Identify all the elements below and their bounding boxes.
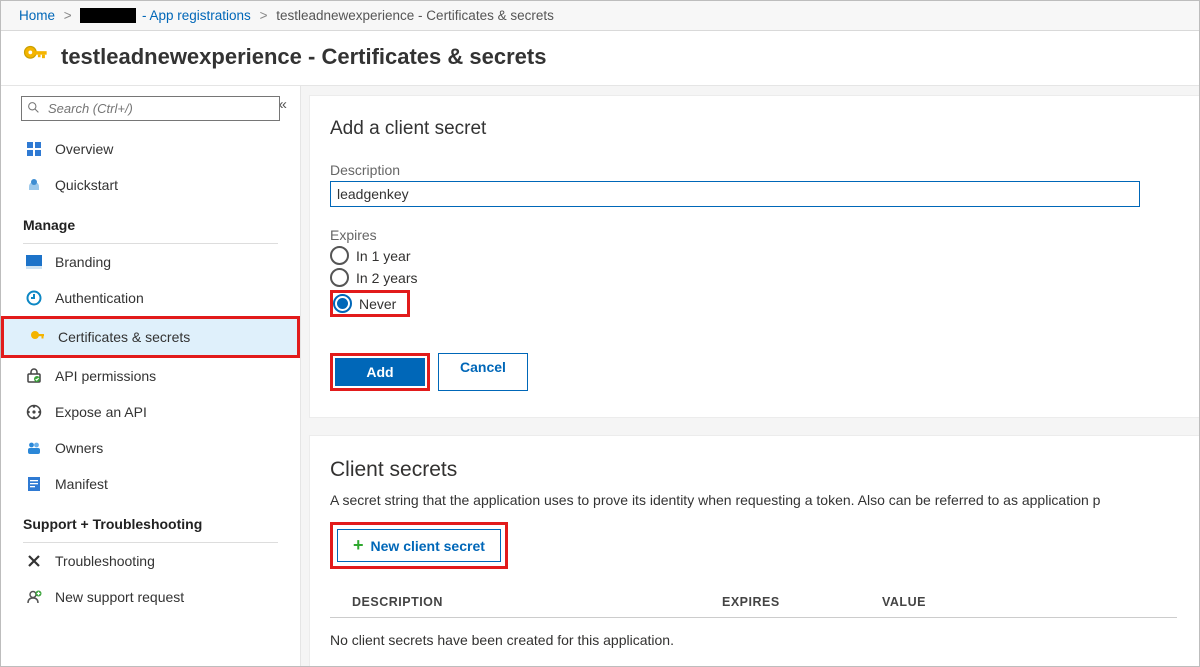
sidebar-item-authentication[interactable]: Authentication: [1, 280, 300, 316]
expires-option-never[interactable]: Never: [333, 294, 404, 313]
sidebar-item-label: Overview: [55, 141, 113, 157]
sidebar-item-owners[interactable]: Owners: [1, 430, 300, 466]
client-secrets-panel: Client secrets A secret string that the …: [309, 435, 1199, 666]
description-label: Description: [330, 162, 1199, 178]
sidebar-item-label: Branding: [55, 254, 111, 270]
sidebar-item-manifest[interactable]: Manifest: [1, 466, 300, 502]
add-client-secret-panel: Add a client secret Description Expires …: [309, 95, 1199, 418]
sidebar-item-label: Owners: [55, 440, 103, 456]
chevron-right-icon: >: [255, 8, 273, 23]
sidebar-item-expose-api[interactable]: Expose an API: [1, 394, 300, 430]
sidebar-item-api-permissions[interactable]: API permissions: [1, 358, 300, 394]
breadcrumb-apps-label: App registrations: [149, 8, 250, 23]
sidebar-item-overview[interactable]: Overview: [1, 131, 300, 167]
manifest-icon: [23, 475, 45, 493]
secrets-table-header: DESCRIPTION EXPIRES VALUE: [330, 587, 1199, 617]
highlight-box: + New client secret: [330, 522, 508, 569]
add-secret-heading: Add a client secret: [330, 118, 1199, 140]
add-button[interactable]: Add: [335, 358, 425, 386]
highlight-box: Never: [330, 290, 410, 317]
expose-api-icon: [23, 403, 45, 421]
col-value: VALUE: [882, 595, 926, 609]
divider: [330, 617, 1177, 618]
breadcrumb-app-registrations[interactable]: - App registrations: [142, 8, 251, 23]
radio-icon: [330, 268, 349, 287]
authentication-icon: [23, 289, 45, 307]
radio-icon: [333, 294, 352, 313]
sidebar-item-certificates-secrets[interactable]: Certificates & secrets: [1, 316, 300, 358]
sidebar-section-support: Support + Troubleshooting: [1, 502, 300, 538]
breadcrumb-redacted: [80, 8, 136, 23]
new-client-secret-button[interactable]: + New client secret: [337, 529, 501, 562]
client-secrets-description: A secret string that the application use…: [330, 492, 1199, 508]
search-icon: [27, 101, 40, 114]
support-request-icon: [23, 588, 45, 606]
expires-option-2years[interactable]: In 2 years: [330, 268, 1199, 287]
sidebar-item-troubleshooting[interactable]: Troubleshooting: [1, 543, 300, 579]
expires-option-1year[interactable]: In 1 year: [330, 246, 1199, 265]
plus-icon: +: [353, 535, 364, 556]
breadcrumb: Home > - App registrations > testleadnew…: [1, 1, 1199, 31]
new-secret-label: New client secret: [371, 538, 485, 554]
radio-label: Never: [359, 296, 396, 312]
sidebar-item-label: Troubleshooting: [55, 553, 155, 569]
chevron-right-icon: >: [59, 8, 77, 23]
radio-icon: [330, 246, 349, 265]
sidebar-item-label: Quickstart: [55, 177, 118, 193]
quickstart-icon: [23, 176, 45, 194]
cancel-button[interactable]: Cancel: [438, 353, 528, 391]
sidebar-item-label: Authentication: [55, 290, 144, 306]
radio-label: In 1 year: [356, 248, 410, 264]
sidebar-item-label: Certificates & secrets: [58, 329, 190, 345]
overview-icon: [23, 140, 45, 158]
secrets-empty-message: No client secrets have been created for …: [330, 632, 1199, 648]
branding-icon: [23, 253, 45, 271]
sidebar-item-label: Manifest: [55, 476, 108, 492]
search-input[interactable]: [21, 96, 280, 121]
highlight-box: Add: [330, 353, 430, 391]
client-secrets-heading: Client secrets: [330, 458, 1199, 482]
sidebar-item-branding[interactable]: Branding: [1, 244, 300, 280]
owners-icon: [23, 439, 45, 457]
troubleshooting-icon: [23, 552, 45, 570]
col-expires: EXPIRES: [722, 595, 882, 609]
api-permissions-icon: [23, 367, 45, 385]
sidebar-item-label: API permissions: [55, 368, 156, 384]
sidebar-section-manage: Manage: [1, 203, 300, 239]
page-title: testleadnewexperience - Certificates & s…: [61, 44, 546, 70]
col-description: DESCRIPTION: [352, 595, 722, 609]
sidebar-item-quickstart[interactable]: Quickstart: [1, 167, 300, 203]
breadcrumb-current: testleadnewexperience - Certificates & s…: [276, 8, 554, 23]
sidebar-item-label: Expose an API: [55, 404, 147, 420]
sidebar-item-label: New support request: [55, 589, 184, 605]
radio-label: In 2 years: [356, 270, 417, 286]
sidebar: « Overview Quickstart Manage Branding Au…: [1, 86, 301, 666]
key-icon: [21, 43, 49, 71]
breadcrumb-home[interactable]: Home: [19, 8, 55, 23]
expires-label: Expires: [330, 227, 1199, 243]
main-content: Add a client secret Description Expires …: [301, 86, 1199, 666]
sidebar-item-new-support-request[interactable]: New support request: [1, 579, 300, 615]
page-titlebar: testleadnewexperience - Certificates & s…: [1, 31, 1199, 86]
description-input[interactable]: [330, 181, 1140, 207]
certificates-icon: [26, 328, 48, 346]
